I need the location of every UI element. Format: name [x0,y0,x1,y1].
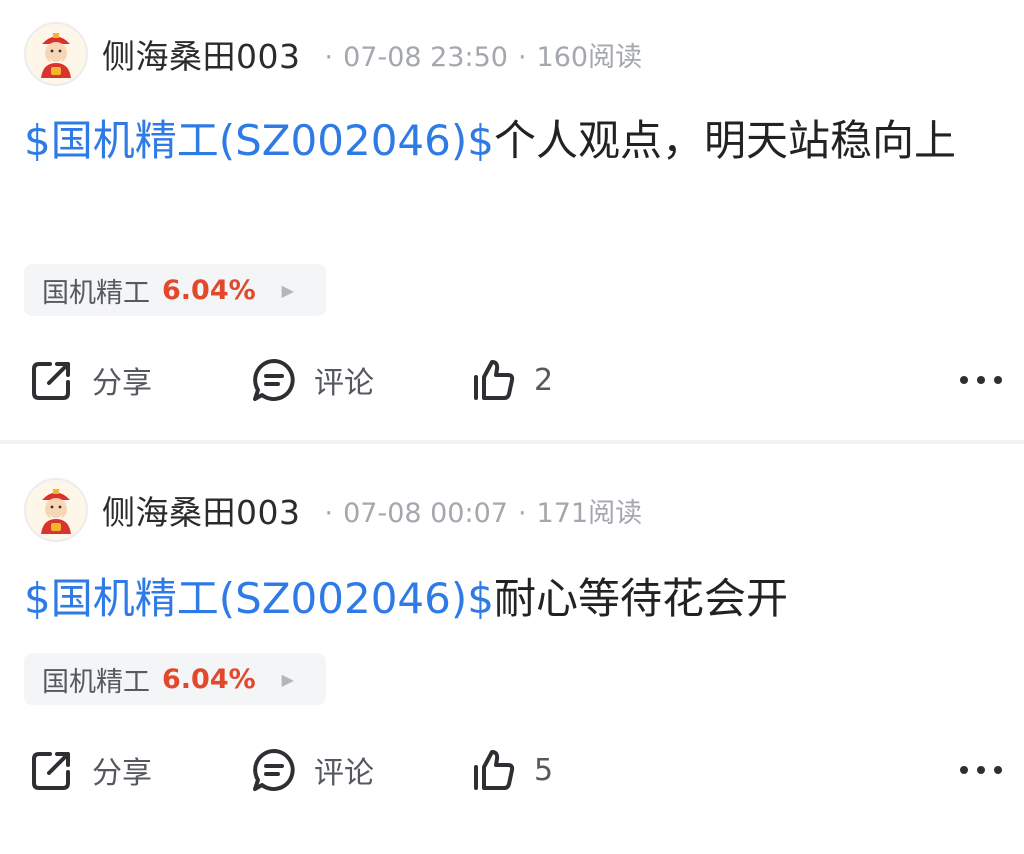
meta-dot: · [324,497,334,529]
like-button[interactable]: 5 [470,740,553,800]
comment-label: 评论 [314,366,374,401]
caishen-avatar-icon [41,33,71,78]
post-meta: · 07-08 23:50 · 160阅读 [315,35,643,74]
like-count: 2 [534,362,554,398]
more-button[interactable] [958,740,1004,800]
post-feed: 侧海桑田003 · 07-08 23:50 · 160阅读 $国机精工(SZ00204… [0,0,1024,854]
read-count: 171阅读 [536,497,643,529]
post-content[interactable]: $国机精工(SZ002046)$个人观点，明天站稳向上 [24,110,1000,172]
stock-chip[interactable]: 国机精工 6.04% ▶ [24,653,326,705]
post-text: 个人观点，明天站稳向上 [493,116,956,165]
share-button[interactable]: 分享 [28,740,152,800]
post-card[interactable]: 侧海桑田003 · 07-08 23:50 · 160阅读 $国机精工(SZ00204… [0,0,1024,440]
avatar[interactable] [24,478,88,542]
more-button[interactable] [958,350,1004,410]
username[interactable]: 侧海桑田003 [102,486,301,534]
caishen-avatar-icon [41,489,71,534]
post-header: 侧海桑田003 · 07-08 23:50 · 160阅读 [24,22,642,86]
share-label: 分享 [92,366,152,401]
more-dots-icon [960,766,1002,774]
stock-link[interactable]: $国机精工(SZ002046)$ [24,574,494,623]
like-button[interactable]: 2 [470,350,553,410]
comment-button[interactable]: 评论 [250,350,374,410]
comment-icon [253,359,295,401]
stock-chip-change: 6.04% [162,663,256,695]
avatar[interactable] [24,22,88,86]
stock-link[interactable]: $国机精工(SZ002046)$ [24,116,494,165]
stock-chip-change: 6.04% [162,274,256,306]
post-content[interactable]: $国机精工(SZ002046)$耐心等待花会开 [24,568,1000,630]
action-bar: 分享 评论 5 [0,740,1024,800]
stock-chip[interactable]: 国机精工 6.04% ▶ [24,264,326,316]
share-button[interactable]: 分享 [28,350,152,410]
meta-dot: · [517,497,527,529]
action-bar: 分享 评论 2 [0,350,1024,410]
comment-button[interactable]: 评论 [250,740,374,800]
meta-dot: · [324,41,334,73]
post-header: 侧海桑田003 · 07-08 00:07 · 171阅读 [24,478,642,542]
share-icon [32,362,70,400]
comment-icon [253,749,295,791]
like-count: 5 [534,752,554,788]
stock-chip-name: 国机精工 [42,277,150,309]
share-label: 分享 [92,756,152,791]
more-dots-icon [960,376,1002,384]
post-card[interactable]: 侧海桑田003 · 07-08 00:07 · 171阅读 $国机精工(SZ00204… [0,444,1024,854]
username[interactable]: 侧海桑田003 [102,30,301,78]
stock-chip-name: 国机精工 [42,666,150,698]
post-text: 耐心等待花会开 [493,574,788,623]
meta-dot: · [517,41,527,73]
post-time: 07-08 23:50 [343,41,508,73]
triangle-right-icon: ▶ [281,669,294,689]
thumbs-up-icon [474,360,515,400]
comment-label: 评论 [314,756,374,791]
post-meta: · 07-08 00:07 · 171阅读 [315,491,643,530]
post-time: 07-08 00:07 [343,497,508,529]
triangle-right-icon: ▶ [281,280,294,300]
read-count: 160阅读 [536,41,643,73]
thumbs-up-icon [474,750,515,790]
share-icon [32,752,70,790]
